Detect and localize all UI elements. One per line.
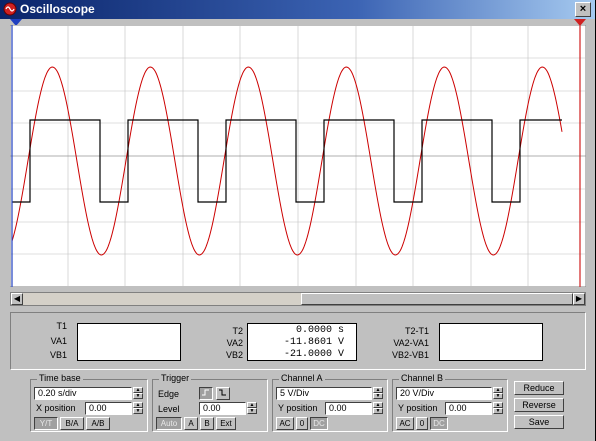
vb2-value: -21.0000 <box>283 349 332 360</box>
timebase-scale-field[interactable]: 0.20 s/div <box>34 387 132 400</box>
channel-b-ac-button[interactable]: AC <box>396 417 414 430</box>
spin-down-icon[interactable]: ▼ <box>133 408 143 414</box>
trigger-ext-button[interactable]: Ext <box>216 417 236 430</box>
edge-label: Edge <box>158 389 180 399</box>
channel-a-ypos-label: Y position <box>278 403 318 413</box>
timebase-title: Time base <box>37 373 83 383</box>
trigger-level-spinner[interactable]: ▲ ▼ <box>247 402 257 415</box>
channel-a-scale-field[interactable]: 5 V/Div <box>276 387 372 400</box>
reduce-button[interactable]: Reduce <box>514 381 564 395</box>
va2-va1-label: VA2-VA1 <box>393 338 429 348</box>
spin-down-icon[interactable]: ▼ <box>493 408 503 414</box>
t2-readout-box: 0.0000 s -11.8601 V -21.0000 V <box>247 323 357 361</box>
ba-mode-button[interactable]: B/A <box>60 417 84 430</box>
t1-readout-box <box>77 323 181 361</box>
save-button[interactable]: Save <box>514 415 564 429</box>
trigger-a-button[interactable]: A <box>184 417 198 430</box>
cursor-readout-panel: T1 VA1 VB1 T2 VA2 VB2 0.0000 s -11.8601 … <box>10 312 586 370</box>
spin-down-icon[interactable]: ▼ <box>373 408 383 414</box>
scroll-thumb[interactable] <box>301 293 573 305</box>
channel-a-dc-button[interactable]: DC <box>310 417 328 430</box>
channel-b-scale-spinner[interactable]: ▲ ▼ <box>493 387 503 400</box>
t2-time-unit: s <box>338 325 345 336</box>
trigger-level-field[interactable]: 0.00 <box>199 402 246 415</box>
trigger-auto-button[interactable]: Auto <box>156 417 182 430</box>
channel-b-ypos-field[interactable]: 0.00 <box>445 402 492 415</box>
window-title: Oscilloscope <box>20 2 95 16</box>
timebase-group: Time base 0.20 s/div ▲ ▼ X position 0.00 … <box>30 373 148 432</box>
va2-value: -11.8601 <box>283 337 332 348</box>
time-scrollbar[interactable]: ◀ ▶ <box>10 292 586 306</box>
falling-edge-icon[interactable] <box>216 387 230 400</box>
channel-a-scale-spinner[interactable]: ▲ ▼ <box>373 387 383 400</box>
ab-mode-button[interactable]: A/B <box>86 417 110 430</box>
spin-down-icon[interactable]: ▼ <box>493 393 503 399</box>
va2-unit: V <box>338 337 345 348</box>
xposition-field[interactable]: 0.00 <box>85 402 132 415</box>
channel-b-scale-field[interactable]: 20 V/Div <box>396 387 492 400</box>
trigger-title: Trigger <box>159 373 192 383</box>
rising-edge-icon[interactable] <box>199 387 213 400</box>
t2-t1-label: T2-T1 <box>404 326 429 336</box>
t2-time-value: 0.0000 <box>295 325 332 336</box>
reverse-button[interactable]: Reverse <box>514 398 564 412</box>
channel-a-ypos-field[interactable]: 0.00 <box>325 402 372 415</box>
timebase-spinner[interactable]: ▲ ▼ <box>133 387 143 400</box>
channel-b-zero-button[interactable]: 0 <box>416 417 428 430</box>
channel-a-group: Channel A 5 V/Div ▲ ▼ Y position 0.00 ▲ ▼ … <box>272 373 388 432</box>
channel-b-title: Channel B <box>399 373 446 383</box>
va2-label: VA2 <box>226 338 243 348</box>
trigger-b-button[interactable]: B <box>200 417 214 430</box>
level-label: Level <box>158 404 180 414</box>
channel-b-ypos-spinner[interactable]: ▲ ▼ <box>493 402 503 415</box>
trigger-group: Trigger Edge Level 0.00 ▲ ▼ Auto A B Ext <box>152 373 268 432</box>
vb2-unit: V <box>338 349 345 360</box>
close-button[interactable]: × <box>575 2 591 17</box>
vb2-label: VB2 <box>225 350 243 360</box>
oscilloscope-window: Oscilloscope × ◀ ▶ T1 VA1 VB1 T2 VA2 VB2… <box>0 0 596 441</box>
oscilloscope-screen <box>10 25 586 287</box>
xposition-spinner[interactable]: ▲ ▼ <box>133 402 143 415</box>
spin-down-icon[interactable]: ▼ <box>373 393 383 399</box>
channel-a-title: Channel A <box>279 373 325 383</box>
t2-label: T2 <box>232 326 243 336</box>
spin-down-icon[interactable]: ▼ <box>247 408 257 414</box>
scroll-left-arrow-icon[interactable]: ◀ <box>11 293 23 305</box>
channel-a-zero-button[interactable]: 0 <box>296 417 308 430</box>
xposition-label: X position <box>36 403 76 413</box>
channel-b-group: Channel B 20 V/Div ▲ ▼ Y position 0.00 ▲ ▼… <box>392 373 508 432</box>
title-bar[interactable]: Oscilloscope × <box>0 0 595 19</box>
spin-down-icon[interactable]: ▼ <box>133 393 143 399</box>
t1-label: T1 <box>56 321 67 331</box>
diff-readout-box <box>439 323 543 361</box>
channel-a-ypos-spinner[interactable]: ▲ ▼ <box>373 402 383 415</box>
channel-a-ac-button[interactable]: AC <box>276 417 294 430</box>
scroll-right-arrow-icon[interactable]: ▶ <box>573 293 585 305</box>
oscilloscope-app-icon <box>3 2 17 16</box>
channel-b-ypos-label: Y position <box>398 403 438 413</box>
yt-mode-button[interactable]: Y/T <box>34 417 58 430</box>
vb2-vb1-label: VB2-VB1 <box>391 350 429 360</box>
channel-b-dc-button[interactable]: DC <box>430 417 448 430</box>
vb1-label: VB1 <box>49 350 67 360</box>
va1-label: VA1 <box>50 336 67 346</box>
